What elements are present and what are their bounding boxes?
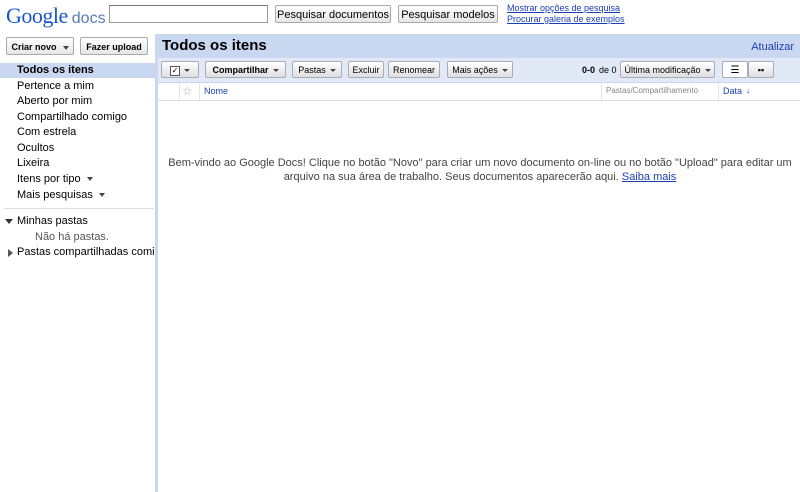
column-separator — [199, 83, 200, 100]
divider — [4, 208, 154, 209]
logo-google-text: Google — [6, 3, 68, 28]
sidebar-item-owned-by-me[interactable]: Pertence a mim — [0, 79, 155, 94]
sidebar-item-all-items[interactable]: Todos os itens — [0, 63, 155, 78]
item-count-total: de 0 — [599, 65, 617, 75]
sidebar-item-hidden[interactable]: Ocultos — [0, 141, 155, 156]
column-header-date[interactable]: Data — [723, 86, 742, 96]
sidebar-item-items-by-type[interactable]: Itens por tipo — [0, 172, 155, 187]
show-search-options-link[interactable]: Mostrar opções de pesquisa — [507, 3, 620, 13]
sort-label: Última modificação — [624, 65, 701, 75]
search-templates-button[interactable]: Pesquisar modelos — [398, 5, 498, 23]
chevron-down-icon — [501, 69, 508, 73]
title-bar: Todos os itens Atualizar — [158, 34, 800, 58]
my-folders-item[interactable]: Minhas pastas — [0, 214, 155, 229]
upload-button[interactable]: Fazer upload — [80, 37, 148, 55]
grid-view-icon: ▪▪ — [757, 65, 765, 75]
sidebar-item-opened-by-me[interactable]: Aberto por mim — [0, 94, 155, 109]
welcome-message: Bem-vindo ao Google Docs! Clique no botã… — [162, 156, 798, 184]
chevron-down-icon — [704, 69, 711, 73]
search-input[interactable] — [109, 5, 268, 23]
no-folders-text: Não há pastas. — [35, 231, 109, 243]
rename-button[interactable]: Renomear — [388, 61, 440, 78]
left-pane: Criar novo Fazer upload Todos os itens P… — [0, 34, 155, 492]
top-bar: Google docs Pesquisar documentos Pesquis… — [0, 0, 800, 34]
sidebar-item-label: Itens por tipo — [17, 173, 81, 185]
browse-gallery-link[interactable]: Procurar galeria de exemplos — [507, 14, 625, 24]
chevron-down-icon — [272, 69, 279, 73]
sidebar-item-label: Mais pesquisas — [17, 189, 93, 201]
refresh-link[interactable]: Atualizar — [751, 41, 794, 53]
sidebar-item-more-searches[interactable]: Mais pesquisas — [0, 188, 155, 203]
list-view-button[interactable]: ☰ — [722, 61, 748, 78]
toolbar: ✓ Compartilhar Pastas Excluir Renomear M… — [158, 58, 800, 83]
folders-label: Pastas — [298, 65, 326, 75]
column-header-folders-sharing[interactable]: Pastas/Compartilhamento — [606, 86, 698, 95]
learn-more-link[interactable]: Saiba mais — [622, 171, 676, 183]
chevron-down-icon — [184, 69, 190, 73]
share-label: Compartilhar — [212, 65, 269, 75]
main-panel: Todos os itens Atualizar ✓ Compartilhar … — [158, 34, 800, 492]
chevron-down-icon — [62, 45, 69, 50]
sort-dropdown[interactable]: Última modificação — [620, 61, 715, 78]
delete-button[interactable]: Excluir — [348, 61, 384, 78]
share-button[interactable]: Compartilhar — [205, 61, 286, 78]
chevron-down-icon — [329, 69, 336, 73]
more-actions-label: Mais ações — [452, 65, 498, 75]
checkbox-icon: ✓ — [170, 65, 180, 76]
sidebar-item-starred[interactable]: Com estrela — [0, 125, 155, 140]
select-menu-button[interactable]: ✓ — [161, 61, 199, 78]
folders-button[interactable]: Pastas — [292, 61, 342, 78]
welcome-text: Bem-vindo ao Google Docs! Clique no botã… — [168, 157, 792, 183]
item-count-range: 0-0 — [582, 65, 596, 75]
column-separator — [179, 83, 180, 100]
create-new-label: Criar novo — [11, 42, 57, 52]
column-header-name[interactable]: Nome — [204, 86, 228, 96]
search-documents-button[interactable]: Pesquisar documentos — [275, 5, 391, 23]
column-separator — [601, 83, 602, 100]
page-title: Todos os itens — [162, 37, 267, 54]
more-actions-button[interactable]: Mais ações — [447, 61, 513, 78]
chevron-down-icon — [98, 193, 105, 198]
grid-view-button[interactable]: ▪▪ — [748, 61, 774, 78]
star-icon[interactable]: ☆ — [182, 84, 193, 98]
shared-folders-item[interactable]: Pastas compartilhadas comigo — [0, 245, 155, 260]
logo-docs-text: docs — [71, 10, 106, 27]
chevron-down-icon — [86, 177, 93, 182]
sidebar-item-shared-with-me[interactable]: Compartilhado comigo — [0, 110, 155, 125]
list-view-icon: ☰ — [730, 65, 740, 76]
sidebar-item-trash[interactable]: Lixeira — [0, 156, 155, 171]
column-separator — [718, 83, 719, 100]
column-header-row: ☆ Nome Pastas/Compartilhamento Data ↓ — [158, 83, 800, 101]
sort-arrow-icon: ↓ — [746, 86, 750, 95]
google-docs-logo[interactable]: Google docs — [6, 3, 106, 29]
create-new-button[interactable]: Criar novo — [6, 37, 74, 55]
